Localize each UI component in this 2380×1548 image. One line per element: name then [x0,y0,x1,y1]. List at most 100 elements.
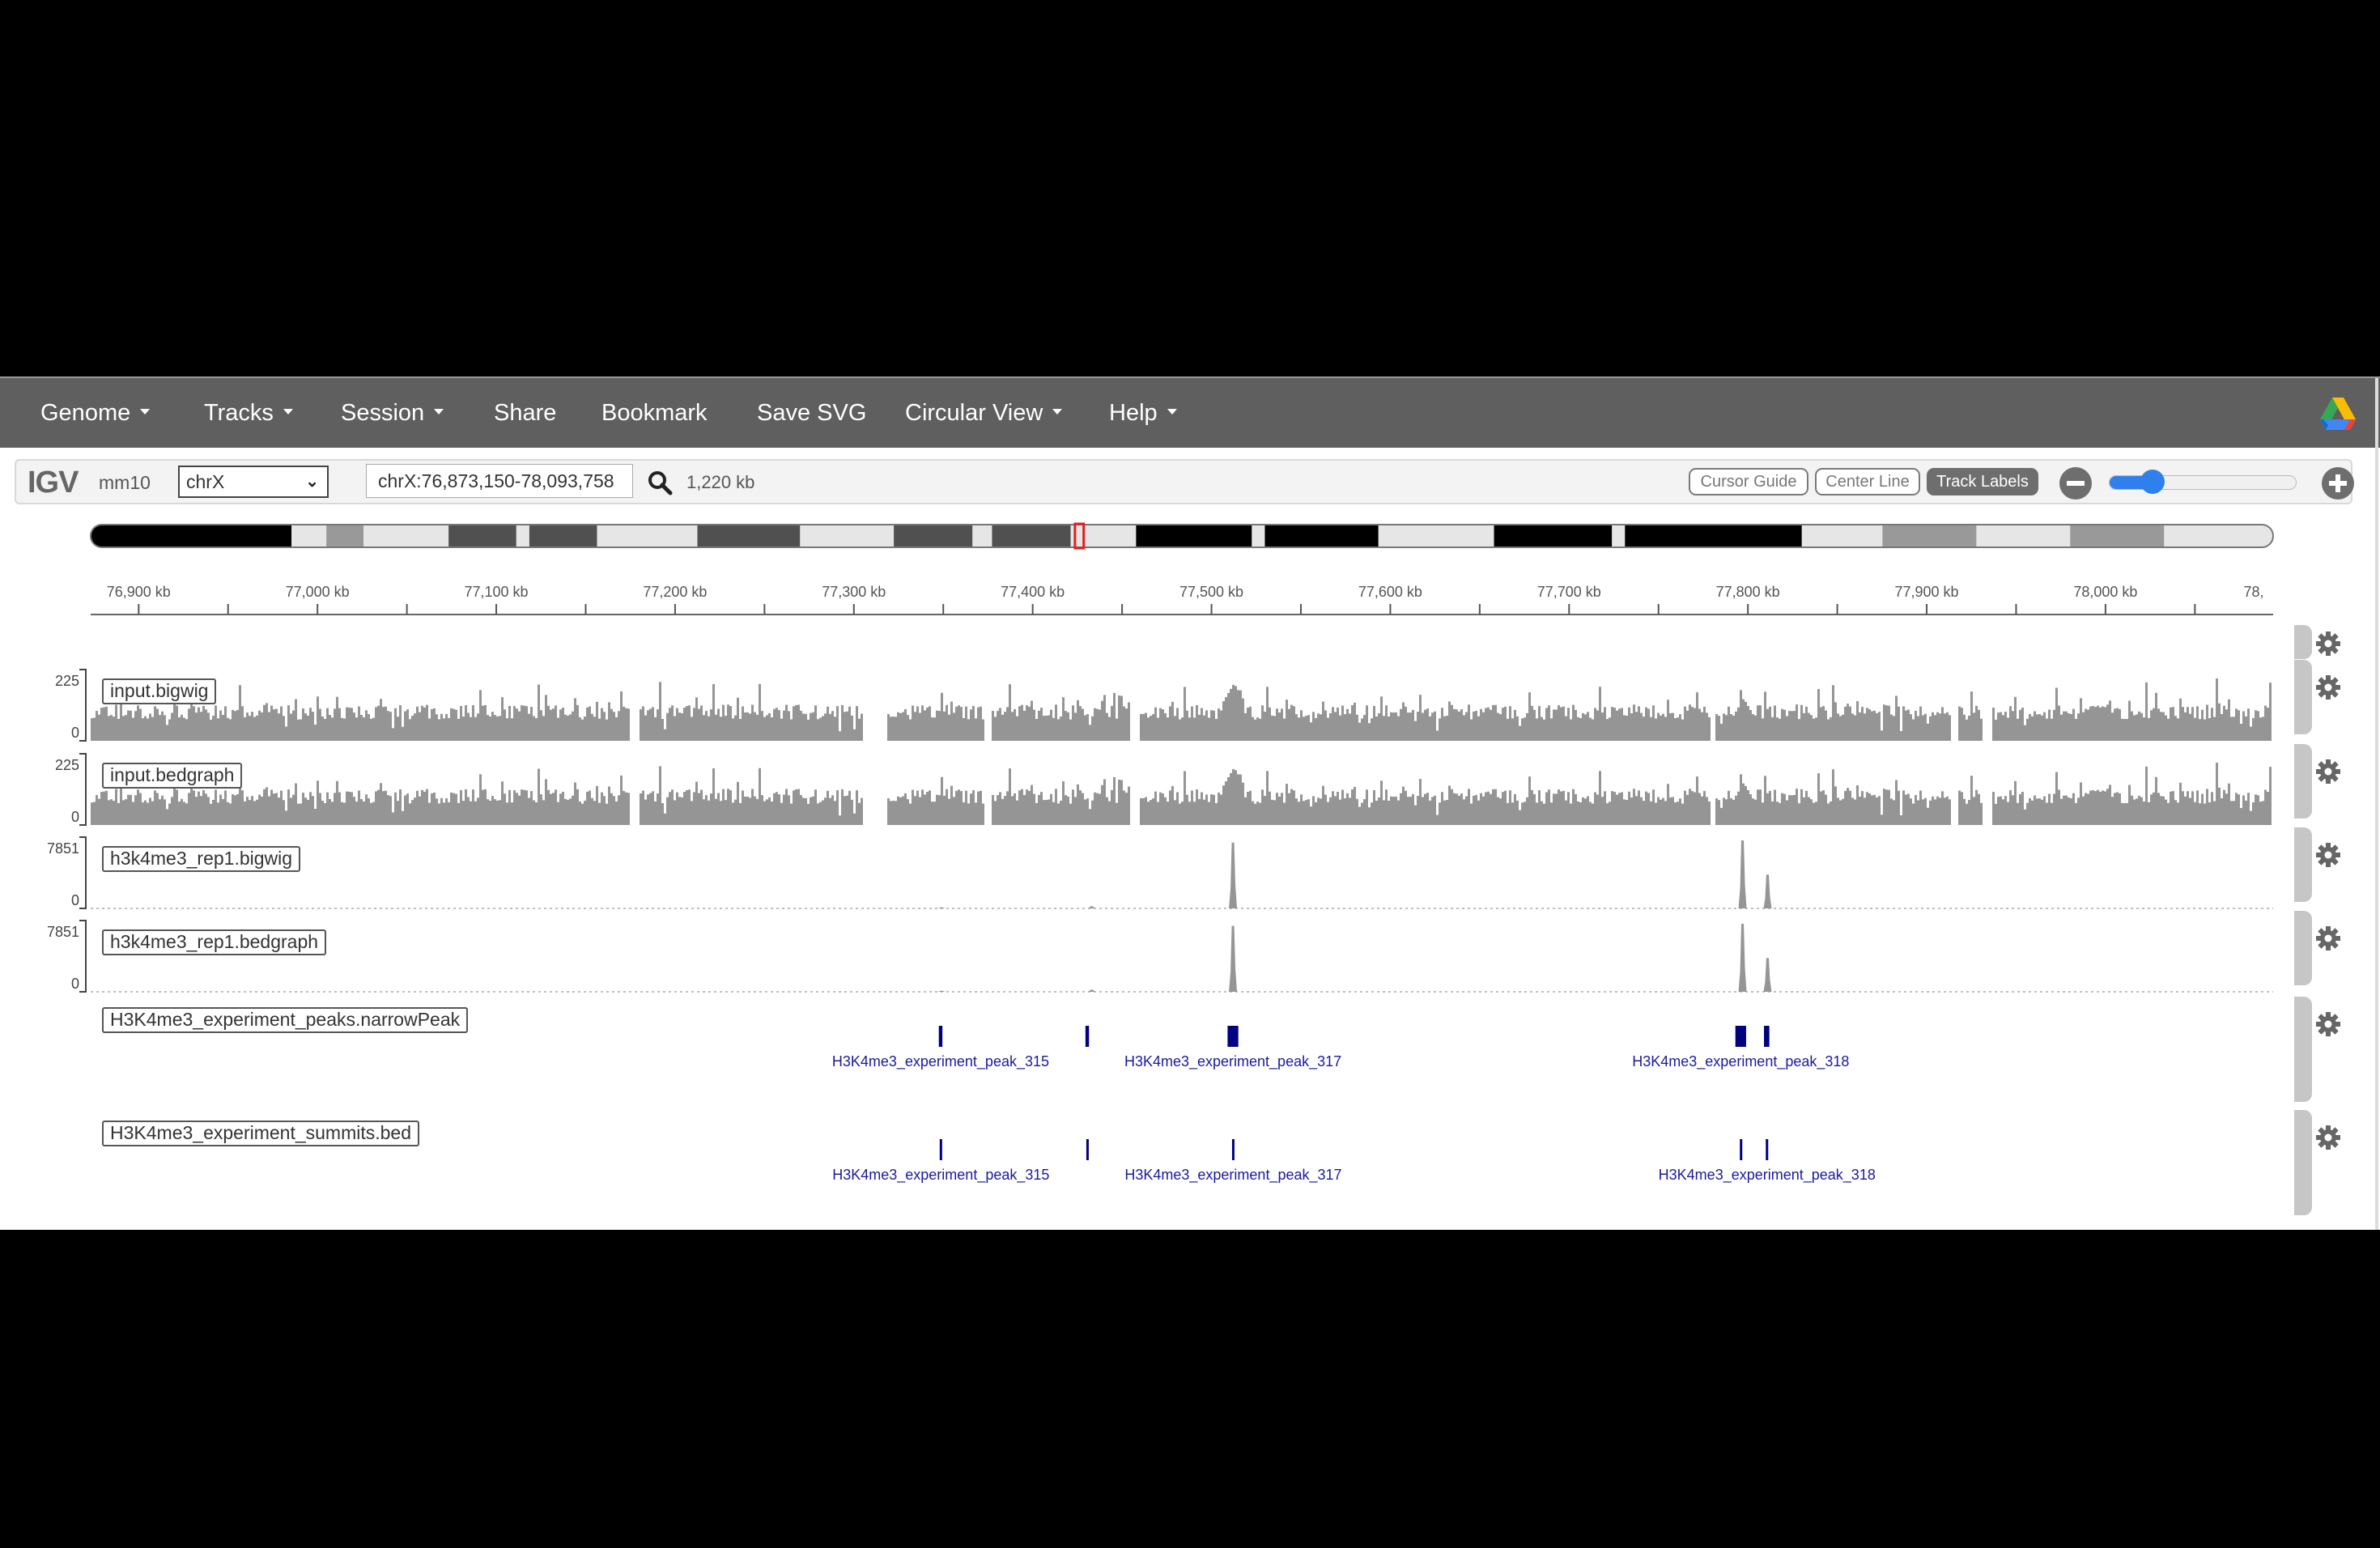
feature[interactable] [1740,1139,1743,1160]
track-name-label: input.bedgraph [102,763,243,789]
ruler-tick-label: 77,200 kb [643,584,707,600]
track-h3k4me3-rep1-bigwig: 7851 0 [47,836,2273,909]
ideogram-band [1252,525,1265,547]
gear-icon[interactable] [2315,1125,2341,1150]
data-range-bracket [79,753,87,826]
feature-label: H3K4me3_experiment_peak_317 [1124,1053,1341,1070]
signal-bars [91,762,2272,825]
ideogram-band [2164,525,2273,547]
ruler-tick-label: 77,800 kb [1716,584,1780,600]
signal-peak [1738,924,1747,992]
ideogram-band [800,525,895,547]
ruler-drag-handle[interactable] [2294,625,2312,659]
feature[interactable] [1227,1026,1239,1047]
feature-label: H3K4me3_experiment_peak_318 [1632,1053,1849,1070]
feature[interactable] [1735,1026,1746,1047]
track-drag-handle[interactable] [2294,911,2312,985]
ruler: 76,900 kb 77,000 kb 77,100 kb 77,200 kb 77,3… [91,584,2273,615]
track-drag-handle[interactable] [2294,744,2312,819]
ideogram-band [1070,525,1137,547]
data-range-min: 0 [71,725,79,741]
ideogram-band [91,525,292,547]
feature-label: H3K4me3_experiment_peak_317 [1124,1167,1341,1184]
gear-icon[interactable] [2315,631,2341,657]
ideogram-band [1625,525,1803,547]
feature-label: H3K4me3_experiment_peak_315 [832,1053,1049,1070]
track-input-bedgraph: 225 0 [55,753,2272,826]
signal-bars [91,678,2272,741]
ideogram-band [291,525,327,547]
data-range-bracket [79,836,87,909]
ideogram-band [1612,525,1626,547]
track-drag-handle[interactable] [2294,827,2312,902]
feature[interactable] [1764,1026,1770,1047]
data-range-bracket [79,669,87,742]
ideogram-band [1378,525,1495,547]
gear-icon[interactable] [2315,759,2341,785]
signal-peak [1229,925,1238,992]
track-name-label: input.bigwig [102,678,217,704]
track-h3k4me3-experiment-summits-bed: H3K4me3_experiment_peak_315 H3K4me3_exper… [832,1139,1876,1184]
data-range-max: 7851 [47,840,79,857]
signal-peak [1763,874,1772,908]
track-name-label: H3K4me3_experiment_summits.bed [102,1121,420,1146]
ruler-tick-label: 77,900 kb [1895,584,1959,600]
feature[interactable] [1086,1139,1089,1160]
ideogram-band [1264,525,1379,547]
track-h3k4me3-experiment-peaks-narrowpeak: H3K4me3_experiment_peak_315 H3K4me3_exper… [832,1026,1849,1070]
ideogram-band [448,525,517,547]
ideogram-band [697,525,801,547]
page-scrollbar[interactable] [2375,378,2378,1230]
ruler-tick-label: 77,400 kb [1001,584,1065,600]
ideogram-band [972,525,992,547]
genome-browser-view: 76,900 kb 77,000 kb 77,100 kb 77,200 kb 77,3… [47,522,2274,1184]
ruler-tick-label: 78, [2243,584,2263,600]
feature-label: H3K4me3_experiment_peak_318 [1659,1167,1876,1184]
ideogram-band [2070,525,2165,547]
signal-peak [937,990,946,992]
signal-peak [1738,840,1747,908]
gear-icon[interactable] [2315,1011,2341,1037]
track-drag-handle[interactable] [2294,660,2312,734]
gear-icon[interactable] [2315,925,2341,951]
gear-icon[interactable] [2315,842,2341,868]
feature[interactable] [1766,1139,1769,1160]
ideogram-band [529,525,597,547]
data-range-bracket [79,920,87,993]
feature[interactable] [1085,1026,1090,1047]
ruler-tick-label: 77,300 kb [822,584,886,600]
track-name-label: H3K4me3_experiment_peaks.narrowPeak [102,1007,469,1033]
track-h3k4me3-rep1-bedgraph: 7851 0 [47,920,2273,993]
track-drag-handle[interactable] [2294,997,2312,1102]
feature[interactable] [1231,1139,1235,1160]
igv-app: Genome Tracks Session Share Bookmark Sav… [0,376,2380,1230]
signal-peak [1229,842,1238,908]
data-range-min: 0 [71,809,79,825]
signal-peak [1087,989,1096,992]
ruler-tick-label: 77,000 kb [286,584,350,600]
ideogram-band [516,525,530,547]
ideogram-band [1494,525,1613,547]
feature[interactable] [938,1026,943,1047]
ruler-tick-label: 77,600 kb [1358,584,1422,600]
ruler-tick-label: 76,900 kb [107,584,171,600]
chromosome-ideogram[interactable] [90,522,2274,550]
ideogram-band [992,525,1072,547]
ruler-tick-label: 78,000 kb [2073,584,2137,600]
data-range-max: 225 [55,757,79,773]
data-range-min: 0 [71,976,79,992]
ideogram-band [894,525,973,547]
feature[interactable] [939,1139,942,1160]
track-name-label: h3k4me3_rep1.bigwig [102,846,301,872]
feature-label: H3K4me3_experiment_peak_315 [832,1167,1049,1184]
data-range-min: 0 [71,892,79,908]
gear-icon[interactable] [2315,674,2341,700]
track-input-bigwig: 225 0 [55,669,2272,742]
track-drag-handle[interactable] [2294,1110,2312,1215]
signal-peak [1087,906,1096,908]
ideogram-band [1136,525,1252,547]
signal-peak [1763,958,1772,992]
ideogram-band [326,525,364,547]
tracks-container: 225 0 225 0 7851 0 7851 0 H3K4me3_experiment_pea… [47,669,2273,1184]
ruler-tick-label: 77,500 kb [1179,584,1243,600]
